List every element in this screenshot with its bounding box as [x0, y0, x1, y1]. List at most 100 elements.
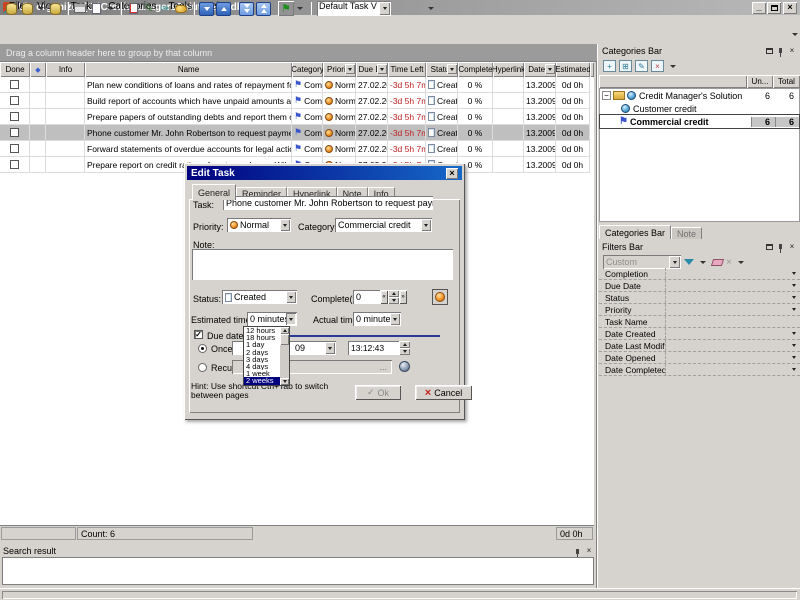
move-down-button[interactable] [199, 2, 214, 16]
filter-row[interactable]: Due Date [599, 280, 800, 292]
filter-value-area[interactable] [665, 352, 800, 363]
combo-arrow-button[interactable] [421, 219, 431, 231]
actual-time-combo[interactable]: 0 minutes [353, 312, 401, 326]
search-result-header[interactable]: Search result × [0, 545, 597, 557]
priority-color-button[interactable] [432, 289, 448, 305]
tree-item-commercial-credit[interactable]: ⚑ Commercial credit 6 6 [600, 115, 799, 128]
tab-note[interactable]: Note [671, 227, 702, 239]
new-subcategory-button[interactable]: ⊞ [619, 60, 632, 72]
table-row[interactable]: Forward statements of overdue accounts f… [0, 141, 594, 157]
done-cell[interactable] [0, 93, 30, 109]
pin-icon[interactable] [779, 244, 782, 249]
tree-item-customer-credit[interactable]: Customer credit [600, 102, 799, 115]
filter-dropdown-arrow[interactable] [700, 261, 706, 264]
flag-dropdown-arrow[interactable] [297, 7, 303, 10]
task-name-cell[interactable]: Phone customer Mr. John Robertson to req… [85, 125, 292, 141]
filters-bar-header[interactable]: Filters Bar × [599, 240, 800, 253]
filter-value-area[interactable] [665, 340, 800, 351]
task-input-field[interactable] [226, 198, 433, 208]
right-toolbar-more-arrow[interactable] [792, 33, 798, 36]
done-checkbox[interactable] [10, 112, 19, 121]
category-combo[interactable]: Commercial credit [335, 218, 432, 232]
chevron-down-icon[interactable] [792, 344, 796, 347]
column-header-complete[interactable]: Complete [458, 62, 493, 77]
delete-view-button[interactable]: × [409, 1, 425, 16]
column-header-name[interactable]: Name [85, 62, 292, 77]
view-task-button[interactable] [173, 1, 189, 16]
category-name-column[interactable] [599, 75, 747, 88]
table-row[interactable]: Phone customer Mr. John Robertson to req… [0, 125, 594, 141]
done-cell[interactable] [0, 157, 30, 173]
column-header-due-date[interactable]: Due Da [356, 62, 388, 77]
due-filter-button[interactable] [377, 64, 387, 74]
complete-max-button[interactable]: » [399, 290, 407, 304]
new-task-button[interactable] [125, 1, 141, 16]
print-button[interactable] [72, 1, 88, 16]
time-option[interactable]: 1 week [244, 370, 280, 377]
column-header-priority[interactable]: Priority [323, 62, 356, 77]
filter-value-area[interactable] [665, 364, 800, 375]
dialog-close-button[interactable]: × [446, 168, 458, 179]
chevron-down-icon[interactable] [792, 368, 796, 371]
move-top-button[interactable] [256, 2, 271, 16]
task-input[interactable] [223, 196, 433, 210]
task-name-cell[interactable]: Plan new conditions of loans and rates o… [85, 77, 292, 93]
move-up-button[interactable] [216, 2, 231, 16]
chevron-down-icon[interactable] [792, 332, 796, 335]
table-row[interactable]: Build report of accounts which have unpa… [0, 93, 594, 109]
status-combo[interactable]: Created [222, 290, 297, 304]
filter-row[interactable]: Priority [599, 304, 800, 316]
delete-category-button[interactable]: × [651, 60, 664, 72]
combo-arrow-button[interactable] [325, 342, 335, 354]
filter-value-area[interactable] [665, 268, 800, 279]
time-option[interactable]: 3 days [244, 356, 280, 363]
combo-arrow-button[interactable] [286, 291, 296, 303]
apply-view-button[interactable]: ❖ [393, 1, 409, 16]
filter-preset-combo[interactable]: Custom [603, 255, 681, 269]
edit-category-button[interactable]: ✎ [635, 60, 648, 72]
filter-row[interactable]: Date Last Modifi [599, 340, 800, 352]
time-option[interactable]: 1 day [244, 341, 280, 348]
column-header-hyperlink[interactable]: Hyperlink [493, 62, 524, 77]
column-header-category[interactable]: Category [292, 62, 323, 77]
column-header-done[interactable]: Done [0, 62, 30, 77]
print-dropdown-arrow[interactable] [107, 7, 113, 10]
notes-button[interactable]: ✑ [157, 1, 173, 16]
priority-filter-button[interactable] [345, 64, 355, 74]
open-dropdown-arrow[interactable] [38, 7, 44, 10]
estimated-time-combo[interactable]: 0 minutes [247, 312, 297, 326]
time-option[interactable]: 18 hours [244, 334, 280, 341]
column-header-date-modified[interactable]: Date L [524, 62, 556, 77]
toolbar-more-arrow[interactable] [428, 7, 434, 10]
chevron-down-icon[interactable] [792, 308, 796, 311]
done-checkbox[interactable] [10, 160, 19, 169]
priority-combo[interactable]: Normal [227, 218, 291, 232]
filters-more-arrow[interactable] [738, 261, 744, 264]
time-spinner[interactable] [399, 341, 410, 355]
done-checkbox[interactable] [10, 128, 19, 137]
scrollbar-thumb[interactable] [280, 334, 289, 345]
time-option[interactable]: 12 hours [244, 327, 280, 334]
search-result-content[interactable] [2, 557, 594, 585]
task-name-cell[interactable]: Forward statements of overdue accounts f… [85, 141, 292, 157]
spin-up-button[interactable] [388, 290, 399, 297]
chevron-down-icon[interactable] [792, 284, 796, 287]
table-row[interactable]: Prepare papers of outstanding debts and … [0, 109, 594, 125]
spin-down-button[interactable] [399, 348, 410, 355]
spin-down-button[interactable] [388, 297, 399, 304]
status-filter-button[interactable] [447, 64, 457, 74]
column-header-attachment[interactable]: ◆ [30, 62, 46, 77]
clear-filter-icon[interactable] [711, 259, 724, 266]
column-header-time-left[interactable]: Time Left [388, 62, 426, 77]
tab-general[interactable]: General [192, 184, 236, 200]
done-checkbox[interactable] [10, 96, 19, 105]
edit-task-button[interactable]: ✎ [141, 1, 157, 16]
close-panel-button[interactable]: × [787, 46, 797, 56]
filter-row[interactable]: Date Created [599, 328, 800, 340]
once-radio[interactable] [198, 344, 207, 353]
tree-item-solution[interactable]: − Credit Manager's Solution 6 6 [600, 89, 799, 102]
column-header-status[interactable]: Status [426, 62, 458, 77]
unread-column[interactable]: Un... [747, 75, 773, 88]
combo-arrow-button[interactable] [669, 256, 680, 268]
task-view-combo[interactable]: Default Task V [317, 1, 391, 16]
